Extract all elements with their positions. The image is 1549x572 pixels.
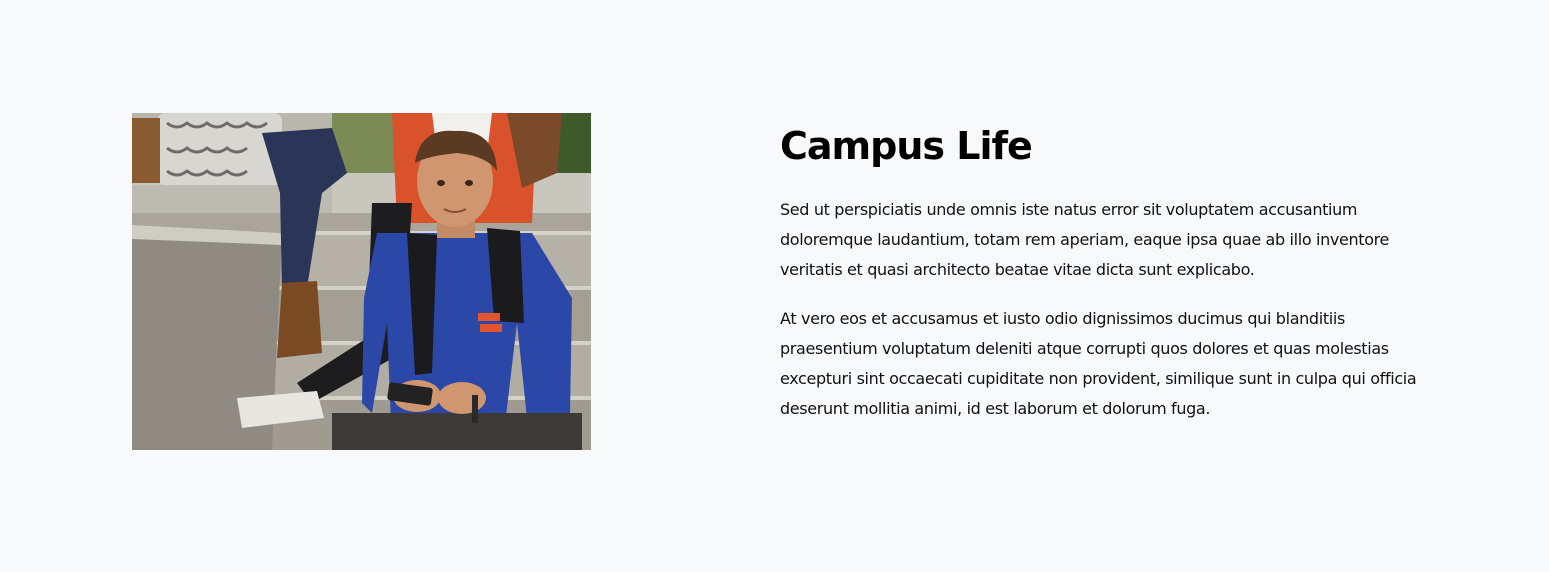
campus-life-content: Campus Life Sed ut perspiciatis unde omn… — [780, 120, 1420, 424]
detail-paragraph: At vero eos et accusamus et iusto odio d… — [780, 309, 1417, 418]
section-title: Campus Life — [780, 124, 1033, 168]
campus-life-photo — [132, 113, 591, 450]
campus-life-section: Campus Life Sed ut perspiciatis unde omn… — [0, 0, 1549, 572]
intro-paragraph: Sed ut perspiciatis unde omnis iste natu… — [780, 200, 1390, 279]
